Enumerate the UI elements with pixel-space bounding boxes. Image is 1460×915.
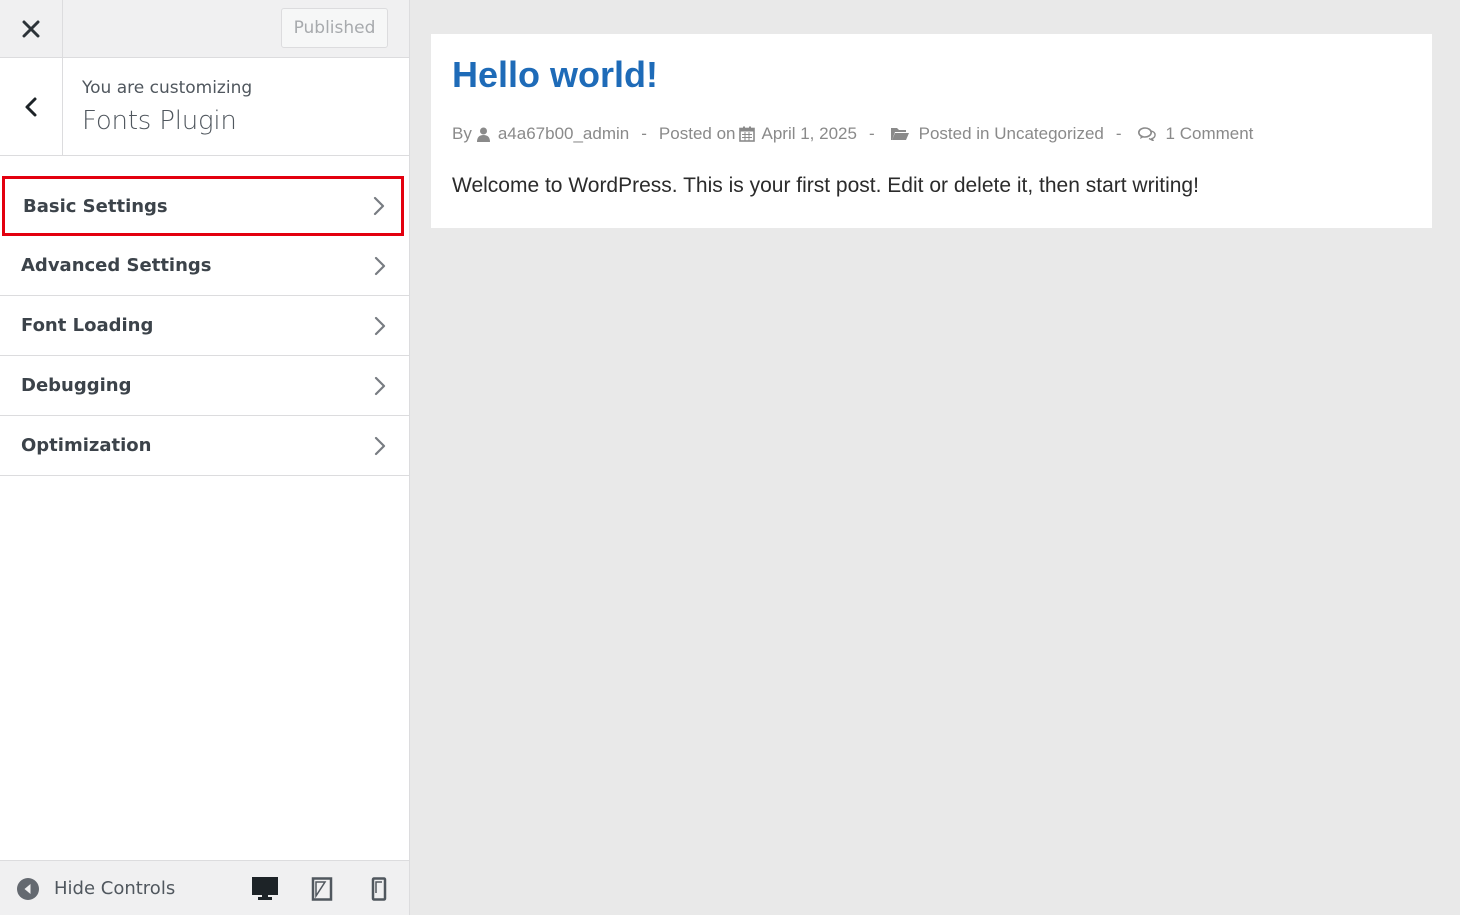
preview-mobile-button[interactable] [365,875,393,903]
section-label: Basic Settings [23,195,168,217]
section-label: Advanced Settings [21,255,212,276]
customizer-info: You are customizing Fonts Plugin [0,58,409,156]
published-button[interactable]: Published [281,8,388,48]
back-button[interactable] [0,58,63,155]
panel-title: Fonts Plugin [82,106,237,136]
chevron-right-icon [374,316,386,335]
post-content: Welcome to WordPress. This is your first… [452,174,1199,197]
preview-desktop-button[interactable] [251,875,279,903]
folder-icon [890,127,909,141]
mobile-icon [371,877,387,901]
post-meta: By a4a67b00_admin - Posted on April 1, 2… [452,124,1253,144]
customizer-header: Published [0,0,409,58]
section-label: Optimization [21,435,152,456]
posted-on-label: Posted on [658,124,736,143]
comments-link[interactable]: 1 Comment [1166,124,1254,144]
section-optimization[interactable]: Optimization [0,416,409,476]
close-icon [22,20,40,37]
by-label: By [452,124,472,143]
chevron-right-icon [374,436,386,455]
author-link[interactable]: a4a67b00_admin [498,124,629,144]
post-preview-card: Hello world! By a4a67b00_admin - Posted … [431,34,1432,228]
chevron-left-icon [25,97,37,116]
meta-separator: - [1115,124,1122,143]
section-label: Debugging [21,375,132,396]
close-customizer-button[interactable] [0,0,63,57]
section-list: Basic Settings Advanced Settings Font Lo… [0,176,409,476]
chevron-right-icon [374,376,386,395]
chevron-right-icon [374,256,386,275]
comments-icon [1137,127,1156,141]
chevron-right-icon [373,196,385,216]
post-title-link[interactable]: Hello world! [452,54,658,96]
section-font-loading[interactable]: Font Loading [0,296,409,356]
posted-in-label: Posted in [918,124,990,143]
category-link[interactable]: Uncategorized [994,124,1104,144]
collapse-arrow-icon [17,877,39,900]
customizing-label: You are customizing [82,78,253,98]
hide-controls-label: Hide Controls [54,878,176,899]
desktop-icon [252,877,278,900]
tablet-icon [311,877,333,901]
section-debugging[interactable]: Debugging [0,356,409,416]
section-label: Font Loading [21,315,154,336]
calendar-icon [739,126,756,142]
customizer-sidebar: Published You are customizing Fonts Plug… [0,0,410,915]
hide-controls-button[interactable]: Hide Controls [16,861,175,915]
user-icon [476,127,490,142]
customizer-footer: Hide Controls [0,860,409,915]
post-date-link[interactable]: April 1, 2025 [761,124,856,144]
preview-tablet-button[interactable] [308,875,336,903]
meta-separator: - [868,124,875,143]
section-advanced-settings[interactable]: Advanced Settings [0,236,409,296]
section-basic-settings[interactable]: Basic Settings [2,176,404,236]
meta-separator: - [641,124,647,143]
